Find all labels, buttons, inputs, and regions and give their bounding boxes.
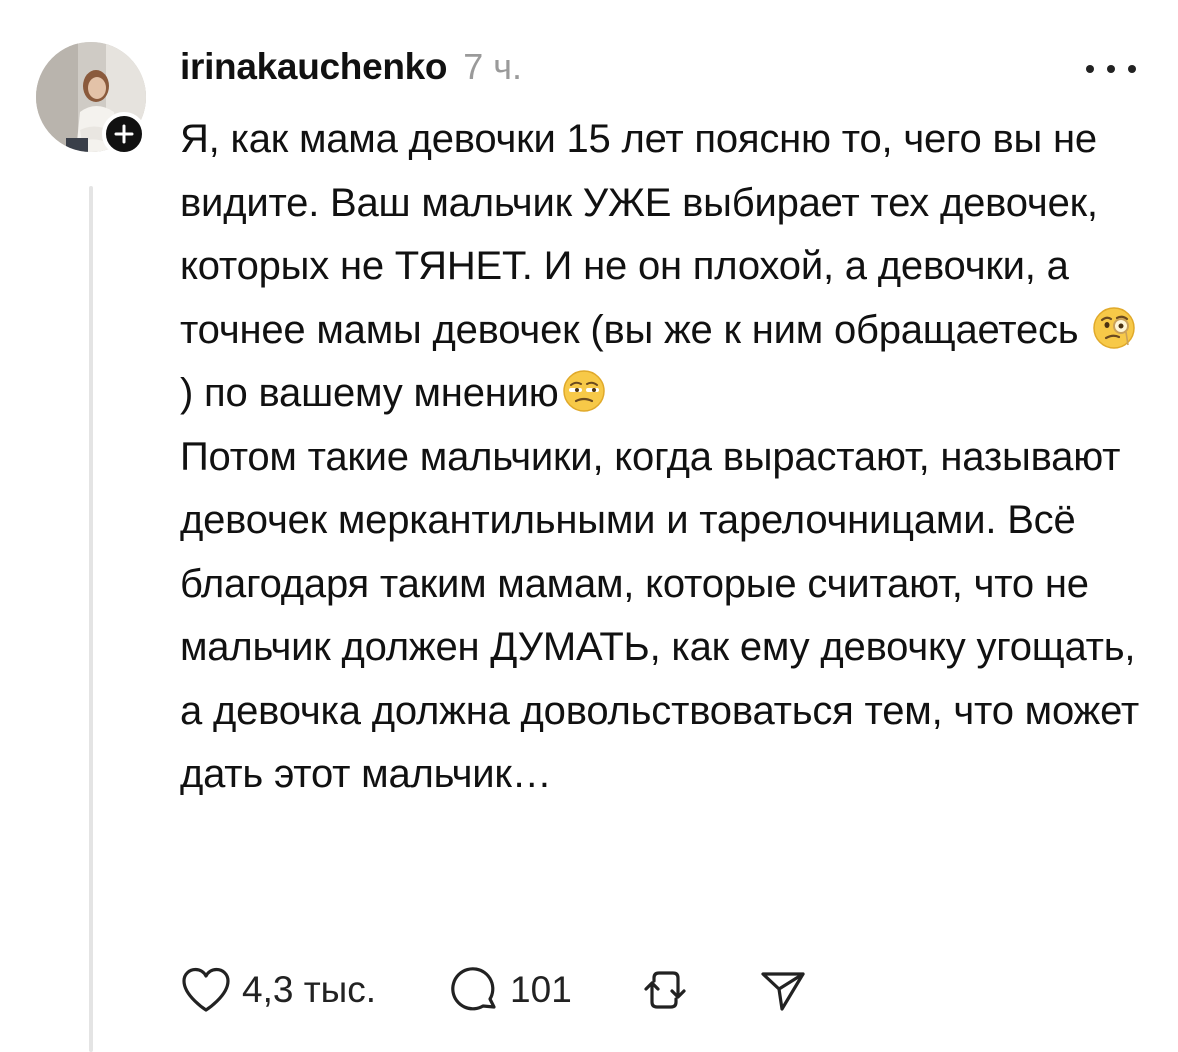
heart-icon: [182, 967, 230, 1012]
post: irinakauchenko 7 ч. Я, как мама девочки …: [0, 0, 1178, 1052]
unamused-face-icon: [562, 370, 605, 412]
thread-line: [89, 186, 93, 1052]
paragraph-text: ) по вашему мнению: [180, 371, 559, 415]
username[interactable]: irinakauchenko: [180, 46, 448, 88]
paragraph-text: Я, как мама девочки 15 лет поясню то, че…: [180, 117, 1098, 352]
post-text: Я, как мама девочки 15 лет поясню то, че…: [180, 108, 1140, 807]
like-count: 4,3 тыс.: [242, 969, 377, 1010]
post-time: 7 ч.: [463, 46, 523, 87]
comment-icon: [451, 967, 496, 1011]
post-header: irinakauchenko 7 ч.: [180, 46, 522, 96]
paragraph: Потом такие мальчики, когда вырастают, н…: [180, 426, 1140, 807]
plus-icon: [114, 124, 134, 144]
paragraph: Я, как мама девочки 15 лет поясню то, че…: [180, 108, 1140, 426]
reply-count: 101: [510, 969, 572, 1010]
repost-button[interactable]: [640, 965, 690, 1015]
repost-icon: [644, 971, 686, 1009]
follow-button[interactable]: [102, 112, 146, 156]
share-button[interactable]: [758, 965, 808, 1015]
more-dot: [1086, 65, 1094, 73]
action-bar: 4,3 тыс. 101: [180, 960, 808, 1020]
face-with-monocle-icon: [1093, 306, 1136, 349]
paragraph-text: Потом такие мальчики, когда вырастают, н…: [180, 434, 1139, 797]
send-icon: [761, 972, 805, 1011]
more-dot: [1107, 65, 1115, 73]
reply-button[interactable]: 101: [450, 965, 572, 1015]
like-button[interactable]: 4,3 тыс.: [180, 966, 376, 1014]
more-dot: [1128, 65, 1136, 73]
more-options-icon[interactable]: [1086, 58, 1136, 80]
